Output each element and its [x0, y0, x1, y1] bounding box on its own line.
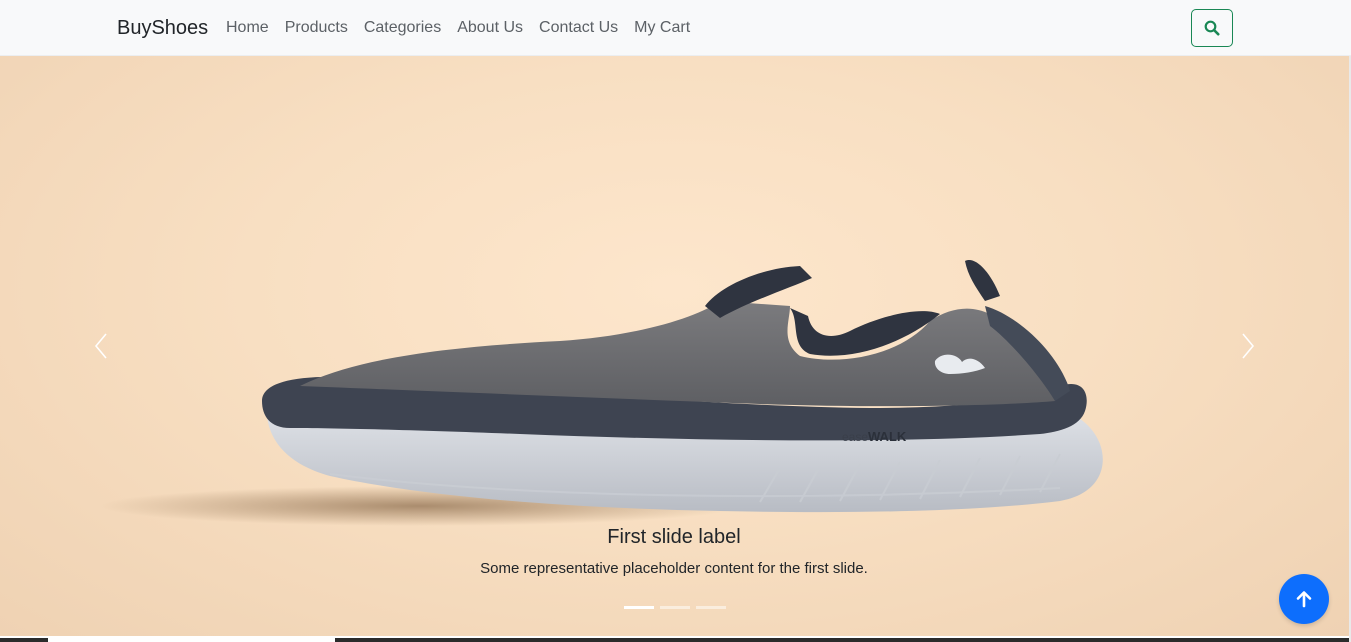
carousel-indicator-3[interactable] — [696, 606, 726, 609]
search-button[interactable] — [1191, 9, 1233, 47]
arrow-up-icon — [1296, 591, 1312, 608]
nav-link-about-us[interactable]: About Us — [449, 18, 531, 38]
nav-link-home[interactable]: Home — [218, 18, 277, 38]
search-icon — [1204, 20, 1220, 36]
back-to-top-button[interactable] — [1279, 574, 1329, 624]
slide-title: First slide label — [607, 526, 741, 548]
bottom-edge — [0, 636, 1349, 642]
svg-text:ease: ease — [842, 430, 868, 444]
nav-link-categories[interactable]: Categories — [356, 18, 449, 38]
nav-links: Home Products Categories About Us Contac… — [218, 18, 698, 38]
svg-text:WALK: WALK — [868, 429, 907, 444]
bottom-edge-segment — [335, 638, 1349, 642]
carousel-indicator-2[interactable] — [660, 606, 690, 609]
nav-link-my-cart[interactable]: My Cart — [626, 18, 698, 38]
carousel-caption: First slide label Some representative pl… — [374, 524, 974, 579]
carousel-indicator-1[interactable] — [624, 606, 654, 609]
carousel-indicators — [624, 606, 726, 609]
brand-logo[interactable]: BuyShoes — [117, 16, 208, 40]
slide-description: Some representative placeholder content … — [480, 560, 868, 577]
shoe-upper — [300, 301, 1056, 407]
carousel-next-button[interactable] — [1233, 326, 1263, 366]
bottom-edge-segment — [0, 638, 48, 642]
chevron-left-icon — [94, 333, 107, 359]
chevron-right-icon — [1242, 333, 1255, 359]
hero-carousel: ease WALK First slide label Some represe… — [0, 56, 1349, 636]
carousel-prev-button[interactable] — [86, 326, 116, 366]
nav-link-products[interactable]: Products — [277, 18, 356, 38]
navbar: BuyShoes Home Products Categories About … — [0, 0, 1351, 56]
nav-link-contact-us[interactable]: Contact Us — [531, 18, 626, 38]
